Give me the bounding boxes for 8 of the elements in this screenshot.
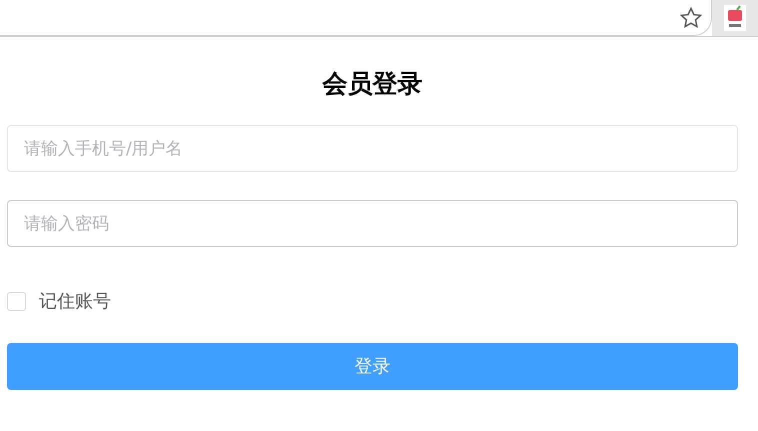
extension-icon[interactable] — [724, 5, 746, 31]
password-field[interactable]: 请输入密码 — [7, 200, 738, 247]
remember-checkbox[interactable] — [7, 292, 26, 311]
login-title: 会员登录 — [322, 68, 422, 100]
login-button[interactable]: 登录 — [7, 343, 738, 390]
username-field[interactable]: 请输入手机号/用户名 — [7, 125, 738, 172]
star-icon[interactable] — [679, 6, 703, 30]
remember-label: 记住账号 — [39, 290, 111, 314]
